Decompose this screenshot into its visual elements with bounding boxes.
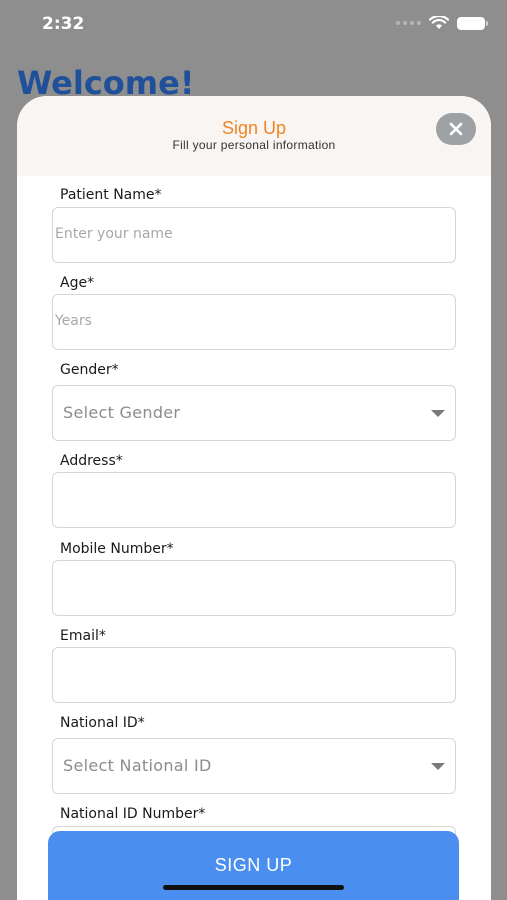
close-icon [449, 122, 463, 136]
patient-name-placeholder: Enter your name [55, 226, 173, 242]
home-indicator [163, 885, 344, 890]
age-label: Age* [60, 275, 95, 291]
patient-name-label: Patient Name* [60, 187, 162, 203]
mobile-number-label: Mobile Number* [60, 541, 174, 557]
chevron-down-icon [431, 763, 445, 770]
battery-icon [457, 16, 488, 30]
sheet-subtitle: Fill your personal information [172, 138, 336, 152]
gender-select[interactable]: Select Gender [52, 385, 456, 441]
age-placeholder: Years [55, 313, 92, 329]
chevron-down-icon [431, 410, 445, 417]
email-field[interactable] [52, 647, 456, 703]
signal-dots-icon [396, 21, 421, 25]
address-label: Address* [60, 453, 123, 469]
address-field[interactable] [52, 472, 456, 528]
national-id-number-label: National ID Number* [60, 806, 206, 822]
wifi-icon [429, 16, 449, 29]
signup-button-label: SIGN UP [214, 855, 293, 875]
status-time: 2:32 [42, 14, 85, 34]
national-id-label: National ID* [60, 715, 145, 731]
signup-sheet: Sign Up Fill your personal information P… [17, 96, 491, 900]
gender-selected-value: Select Gender [63, 403, 181, 422]
sheet-header: Sign Up Fill your personal information [17, 96, 491, 176]
close-button[interactable] [436, 113, 476, 145]
patient-name-field[interactable]: Enter your name [52, 207, 456, 263]
national-id-selected-value: Select National ID [63, 756, 212, 775]
national-id-select[interactable]: Select National ID [52, 738, 456, 794]
age-field[interactable]: Years [52, 294, 456, 350]
mobile-number-field[interactable] [52, 560, 456, 616]
gender-label: Gender* [60, 362, 119, 378]
status-icons [396, 16, 488, 30]
sheet-title: Sign Up [221, 118, 287, 138]
email-label: Email* [60, 628, 106, 644]
status-bar: 2:32 [0, 0, 507, 50]
